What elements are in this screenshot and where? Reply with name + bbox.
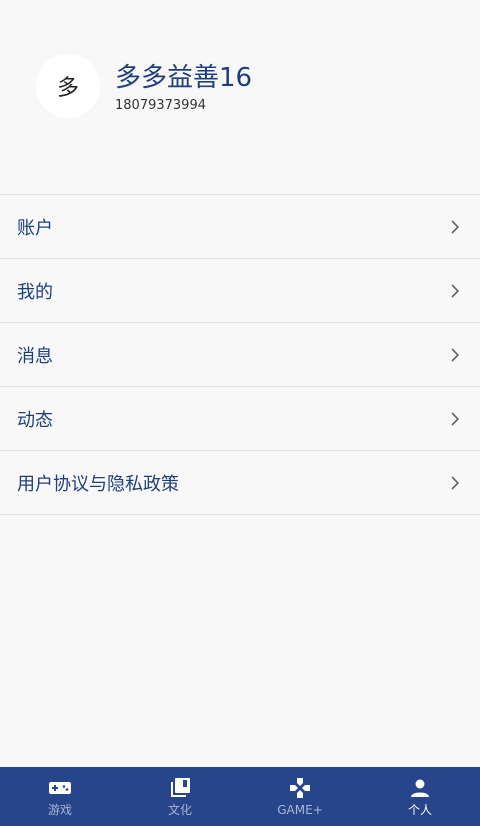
menu-item-account[interactable]: 账户 [0, 195, 480, 259]
user-phone: 18079373994 [115, 98, 206, 113]
tab-label: 文化 [167, 803, 192, 817]
tab-personal[interactable]: 个人 [360, 767, 480, 826]
profile-header: 多 多多益善16 18079373994 [0, 0, 480, 194]
chevron-right-icon [451, 475, 460, 490]
avatar-text: 多 [56, 76, 79, 101]
chevron-right-icon [451, 219, 460, 234]
chevron-right-icon [451, 283, 460, 298]
profile-page: 多 多多益善16 18079373994 账户 我的 消息 动态 用户协议与隐私… [0, 0, 480, 826]
dpad-icon [290, 778, 310, 798]
menu-item-mine[interactable]: 我的 [0, 259, 480, 323]
menu-item-label: 我的 [17, 281, 53, 303]
menu-item-privacy-policy[interactable]: 用户协议与隐私政策 [0, 451, 480, 515]
gamepad-icon [49, 782, 71, 794]
menu-item-label: 用户协议与隐私政策 [17, 473, 179, 495]
settings-menu: 账户 我的 消息 动态 用户协议与隐私政策 [0, 194, 480, 515]
tab-label: 游戏 [47, 803, 72, 817]
chevron-right-icon [451, 411, 460, 426]
bottom-tab-bar: 游戏 文化 GAME+ 个人 [0, 767, 480, 826]
menu-item-label: 消息 [17, 345, 53, 367]
avatar[interactable]: 多 [36, 54, 100, 118]
tab-games[interactable]: 游戏 [0, 767, 120, 826]
menu-item-label: 账户 [17, 217, 53, 239]
menu-item-label: 动态 [17, 409, 53, 431]
menu-item-activity[interactable]: 动态 [0, 387, 480, 451]
menu-item-messages[interactable]: 消息 [0, 323, 480, 387]
tab-culture[interactable]: 文化 [120, 767, 240, 826]
tab-label: GAME+ [277, 803, 323, 817]
tab-label: 个人 [407, 803, 432, 817]
library-icon [171, 778, 190, 797]
chevron-right-icon [451, 347, 460, 362]
tab-game-plus[interactable]: GAME+ [240, 767, 360, 826]
person-icon [411, 779, 429, 797]
user-name: 多多益善16 [115, 63, 253, 93]
